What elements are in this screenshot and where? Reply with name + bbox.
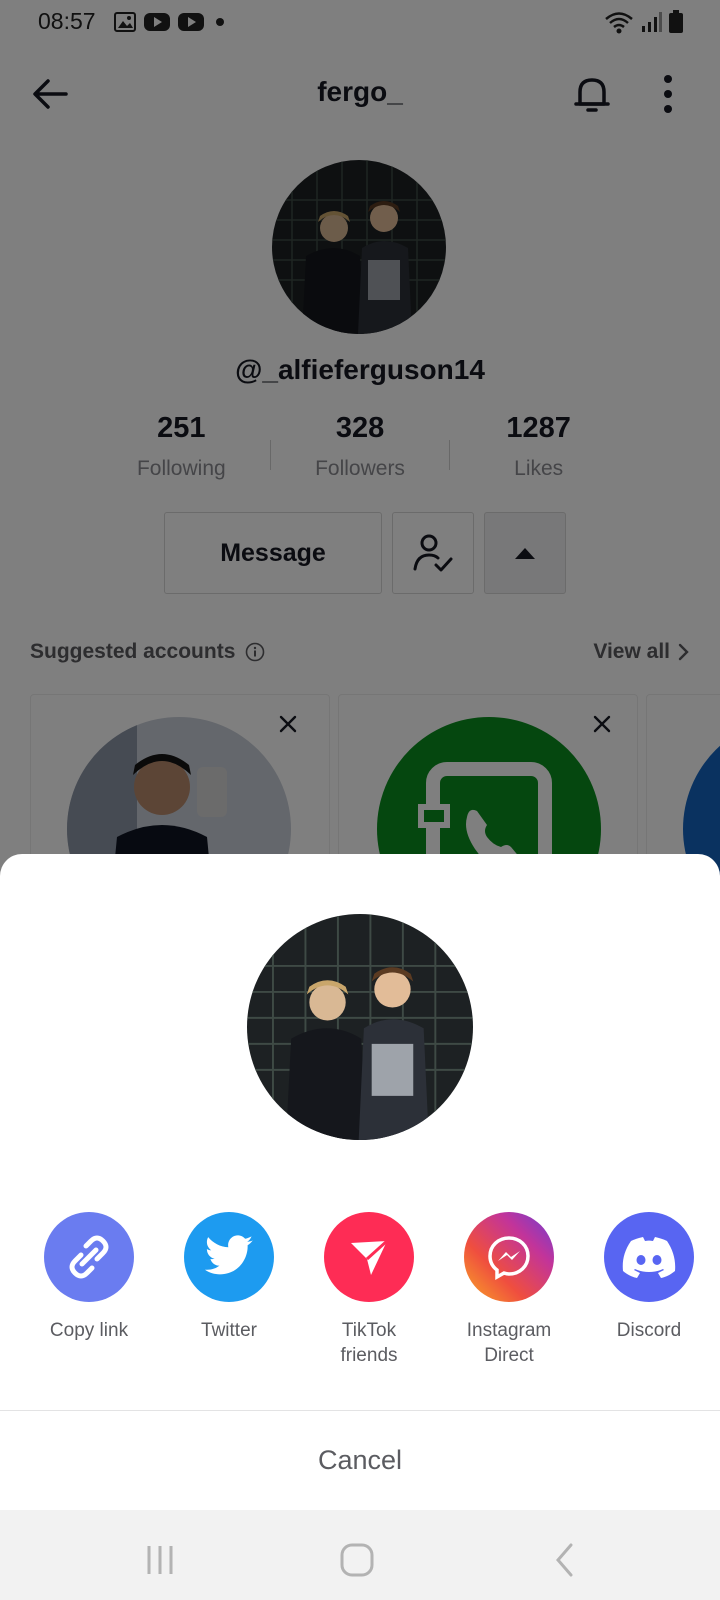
link-icon — [69, 1235, 109, 1279]
recent-apps-icon — [147, 1546, 173, 1574]
discord-button[interactable] — [604, 1212, 694, 1302]
send-icon — [351, 1239, 389, 1275]
messenger-icon — [488, 1236, 530, 1281]
discord-icon — [622, 1237, 676, 1278]
home-icon — [340, 1543, 374, 1577]
share-discord[interactable]: Discord — [579, 1212, 719, 1343]
back-button[interactable] — [545, 1540, 585, 1580]
share-sheet: Copy link Twitter TikTok friends Instagr… — [0, 854, 720, 1510]
share-twitter[interactable]: Twitter — [159, 1212, 299, 1343]
share-preview-avatar — [247, 914, 473, 1140]
share-label: Twitter — [201, 1320, 257, 1341]
tiktok-friends-button[interactable] — [324, 1212, 414, 1302]
recent-apps-button[interactable] — [140, 1540, 180, 1580]
home-button[interactable] — [337, 1540, 377, 1580]
copy-link-button[interactable] — [44, 1212, 134, 1302]
share-tiktok-friends[interactable]: TikTok friends — [299, 1212, 439, 1368]
share-copy-link[interactable]: Copy link — [19, 1212, 159, 1343]
twitter-icon — [204, 1235, 253, 1275]
system-nav-bar — [0, 1510, 720, 1600]
share-label: TikTok friends — [340, 1320, 398, 1366]
share-label: Copy link — [49, 1320, 129, 1341]
back-icon — [556, 1543, 573, 1577]
twitter-button[interactable] — [184, 1212, 274, 1302]
share-label: Discord — [616, 1320, 682, 1341]
cancel-button[interactable]: Cancel — [0, 1411, 720, 1510]
instagram-direct-button[interactable] — [464, 1212, 554, 1302]
share-instagram-direct[interactable]: Instagram Direct — [439, 1212, 579, 1368]
share-label: Instagram Direct — [466, 1320, 552, 1366]
